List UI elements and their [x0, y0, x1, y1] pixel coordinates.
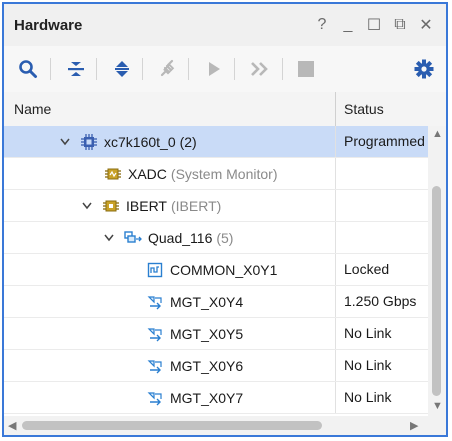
chip-icon — [80, 133, 98, 151]
chevron-down-icon[interactable] — [80, 202, 94, 210]
tree-row-xadc[interactable]: XADC (System Monitor) — [4, 158, 428, 190]
hardware-toolbar — [4, 46, 446, 93]
tree-row-label: MGT_X0Y5 — [170, 325, 244, 342]
column-header-status[interactable]: Status — [344, 92, 384, 126]
tree-row-count: (2) — [179, 133, 197, 150]
ibert-icon — [102, 197, 120, 215]
run-icon[interactable] — [202, 57, 226, 81]
tree-row-name-cell: COMMON_X0Y1 — [146, 254, 277, 285]
common-icon — [146, 261, 164, 279]
tree-row-label: MGT_X0Y4 — [170, 293, 244, 310]
column-divider — [335, 350, 336, 381]
auto-connect-icon[interactable] — [156, 57, 180, 81]
tree-row-mgt[interactable]: MGT_X0Y5 No Link — [4, 318, 428, 350]
tree-row-status: No Link — [344, 389, 392, 405]
panel-title: Hardware — [14, 17, 83, 34]
float-icon[interactable]: ⧉ — [390, 14, 410, 36]
scroll-down-icon[interactable]: ▼ — [432, 400, 443, 412]
fast-forward-icon[interactable] — [248, 57, 272, 81]
tree-row-mgt[interactable]: MGT_X0Y4 1.250 Gbps — [4, 286, 428, 318]
tree-row-name-cell: xc7k160t_0 (2) — [58, 126, 197, 157]
tree-row-label: xc7k160t_0 — [104, 133, 176, 150]
minimize-icon[interactable]: _ — [338, 14, 358, 36]
toolbar-separator — [96, 58, 97, 80]
hardware-tree: xc7k160t_0 (2) Programmed XADC (System M… — [4, 126, 428, 416]
tree-row-label: Quad_116 — [148, 229, 213, 246]
column-divider — [335, 286, 336, 317]
tree-row-name-cell: IBERT (IBERT) — [80, 190, 221, 221]
gear-icon[interactable] — [412, 57, 436, 81]
tree-row-quad[interactable]: Quad_116 (5) — [4, 222, 428, 254]
scrollbar-corner — [428, 416, 446, 435]
hardware-panel: Hardware ? _ ☐ ⧉ ✕ Name Status xc7k160t_… — [2, 2, 448, 437]
scroll-up-icon[interactable]: ▲ — [432, 128, 443, 140]
toolbar-separator — [188, 58, 189, 80]
tree-row-count: (5) — [216, 229, 234, 246]
column-divider — [335, 190, 336, 221]
column-divider[interactable] — [335, 92, 336, 126]
tree-row-label: XADC — [128, 165, 167, 182]
column-divider — [335, 382, 336, 413]
tree-row-mgt[interactable]: MGT_X0Y7 No Link — [4, 382, 428, 414]
tree-row-status — [344, 222, 428, 253]
search-icon[interactable] — [16, 57, 40, 81]
tree-row-name-cell: MGT_X0Y7 — [146, 382, 243, 413]
quad-icon — [124, 229, 142, 247]
toolbar-separator — [282, 58, 283, 80]
vertical-scrollbar[interactable]: ▲ ▼ — [428, 126, 446, 416]
column-divider — [335, 126, 336, 157]
mgt-icon — [146, 357, 164, 375]
scroll-right-icon[interactable]: ▶ — [410, 419, 418, 432]
tree-row-type: (System Monitor) — [170, 165, 278, 182]
tree-row-label: IBERT — [126, 197, 167, 214]
tree-row-status: Locked — [344, 261, 390, 277]
mgt-icon — [146, 389, 164, 407]
maximize-icon[interactable]: ☐ — [364, 14, 384, 36]
tree-row-name-cell: Quad_116 (5) — [102, 222, 233, 253]
horizontal-scrollbar[interactable]: ◀ ▶ — [4, 416, 428, 435]
tree-row-status: No Link — [344, 325, 392, 341]
toolbar-separator — [50, 58, 51, 80]
toolbar-separator — [234, 58, 235, 80]
vertical-scroll-thumb[interactable] — [432, 186, 441, 396]
tree-row-type: (IBERT) — [170, 197, 222, 214]
column-divider — [335, 254, 336, 285]
column-header-name[interactable]: Name — [14, 92, 51, 126]
tree-row-ibert[interactable]: IBERT (IBERT) — [4, 190, 428, 222]
column-divider — [335, 158, 336, 189]
mgt-icon — [146, 293, 164, 311]
mgt-icon — [146, 325, 164, 343]
tree-row-common[interactable]: COMMON_X0Y1 Locked — [4, 254, 428, 286]
tree-row-status — [344, 158, 428, 189]
column-divider — [335, 318, 336, 349]
tree-row-label: COMMON_X0Y1 — [170, 261, 278, 278]
sysmon-icon — [104, 165, 122, 183]
scroll-left-icon[interactable]: ◀ — [8, 419, 16, 432]
panel-titlebar: Hardware ? _ ☐ ⧉ ✕ — [4, 4, 446, 46]
tree-row-name-cell: MGT_X0Y6 — [146, 350, 243, 381]
expand-all-icon[interactable] — [110, 57, 134, 81]
tree-row-status: 1.250 Gbps — [344, 293, 417, 309]
tree-row-device[interactable]: xc7k160t_0 (2) Programmed — [4, 126, 428, 158]
horizontal-scroll-thumb[interactable] — [22, 421, 322, 430]
toolbar-separator — [142, 58, 143, 80]
tree-row-status: No Link — [344, 357, 392, 373]
tree-row-label: MGT_X0Y6 — [170, 357, 244, 374]
tree-row-status: Programmed — [344, 133, 425, 149]
tree-row-mgt[interactable]: MGT_X0Y6 No Link — [4, 350, 428, 382]
tree-row-status — [344, 190, 428, 221]
close-icon[interactable]: ✕ — [416, 14, 436, 36]
tree-row-name-cell: XADC (System Monitor) — [104, 158, 277, 189]
stop-icon[interactable] — [294, 57, 318, 81]
column-divider — [335, 222, 336, 253]
tree-row-name-cell: MGT_X0Y4 — [146, 286, 243, 317]
tree-row-label: MGT_X0Y7 — [170, 389, 244, 406]
collapse-all-icon[interactable] — [64, 57, 88, 81]
help-icon[interactable]: ? — [312, 14, 332, 36]
tree-row-name-cell: MGT_X0Y5 — [146, 318, 243, 349]
chevron-down-icon[interactable] — [102, 234, 116, 242]
chevron-down-icon[interactable] — [58, 138, 72, 146]
table-header: Name Status — [4, 92, 446, 127]
